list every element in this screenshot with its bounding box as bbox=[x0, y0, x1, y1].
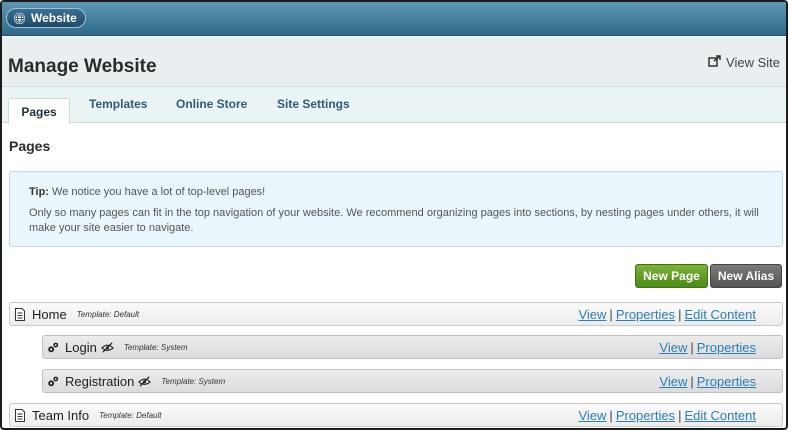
tab-online-store[interactable]: Online Store bbox=[176, 97, 247, 111]
link-separator: | bbox=[609, 307, 613, 322]
view-link[interactable]: View bbox=[659, 374, 687, 389]
page-name[interactable]: Registration bbox=[65, 374, 134, 389]
hidden-eye-icon bbox=[138, 375, 152, 387]
app-window: Website Manage Website View Site Pages T… bbox=[0, 0, 788, 430]
link-separator: | bbox=[690, 374, 694, 389]
view-site-link[interactable]: View Site bbox=[708, 55, 780, 70]
tab-templates[interactable]: Templates bbox=[89, 97, 147, 111]
edit-content-link[interactable]: Edit Content bbox=[684, 408, 756, 423]
tab-site-settings[interactable]: Site Settings bbox=[277, 97, 350, 111]
gears-icon bbox=[47, 341, 59, 354]
view-site-label: View Site bbox=[726, 55, 780, 70]
website-label: Website bbox=[31, 11, 77, 25]
page-row-login: Login Template: System View | Properties bbox=[42, 335, 783, 359]
tip-body: Only so many pages can fit in the top na… bbox=[29, 207, 759, 234]
website-menu-button[interactable]: Website bbox=[6, 8, 86, 28]
page-template: Template: Default bbox=[76, 309, 140, 319]
tip-label: Tip: bbox=[29, 186, 49, 198]
link-separator: | bbox=[678, 408, 682, 423]
link-separator: | bbox=[609, 408, 613, 423]
page-name[interactable]: Home bbox=[32, 307, 67, 322]
page-row-registration: Registration Template: System View | Prope… bbox=[42, 369, 783, 393]
external-link-icon bbox=[708, 55, 721, 70]
properties-link[interactable]: Properties bbox=[697, 374, 756, 389]
page-name[interactable]: Team Info bbox=[32, 408, 89, 423]
page-actions: View | Properties bbox=[659, 340, 756, 355]
new-alias-button[interactable]: New Alias bbox=[710, 264, 782, 288]
properties-link[interactable]: Properties bbox=[616, 307, 675, 322]
link-separator: | bbox=[690, 340, 694, 355]
page-row-home: Home Template: Default View | Properties | E… bbox=[9, 302, 783, 326]
page-name[interactable]: Login bbox=[65, 340, 97, 355]
hidden-eye-icon bbox=[100, 341, 114, 353]
page-row-team-info: Team Info Template: Default View | Propert… bbox=[9, 403, 783, 427]
view-link[interactable]: View bbox=[578, 408, 606, 423]
page-actions: View | Properties bbox=[659, 374, 756, 389]
top-bar: Website bbox=[2, 2, 786, 36]
tab-pages[interactable]: Pages bbox=[8, 98, 70, 124]
page-template: Template: Default bbox=[99, 410, 162, 420]
section-title: Pages bbox=[9, 138, 51, 154]
new-page-button[interactable]: New Page bbox=[635, 264, 708, 288]
page-template: Template: System bbox=[123, 342, 188, 352]
tip-box: Tip: We notice you have a lot of top-lev… bbox=[9, 171, 783, 247]
page-header: Manage Website View Site bbox=[2, 37, 786, 87]
view-link[interactable]: View bbox=[578, 307, 606, 322]
link-separator: | bbox=[678, 307, 682, 322]
gears-icon bbox=[47, 375, 59, 388]
tab-bar: Pages Templates Online Store Site Settin… bbox=[2, 87, 786, 124]
page-document-icon bbox=[14, 307, 26, 321]
page-actions: View | Properties | Edit Content bbox=[578, 307, 756, 322]
view-link[interactable]: View bbox=[659, 340, 687, 355]
page-title: Manage Website bbox=[8, 56, 157, 77]
edit-content-link[interactable]: Edit Content bbox=[684, 307, 756, 322]
properties-link[interactable]: Properties bbox=[616, 408, 675, 423]
tip-heading: Tip: We notice you have a lot of top-lev… bbox=[29, 185, 763, 200]
page-template: Template: System bbox=[161, 376, 226, 386]
tip-heading-text: We notice you have a lot of top-level pa… bbox=[52, 186, 266, 198]
properties-link[interactable]: Properties bbox=[697, 340, 756, 355]
page-document-icon bbox=[14, 408, 26, 422]
page-actions: View | Properties | Edit Content bbox=[578, 408, 756, 423]
globe-icon bbox=[13, 12, 26, 25]
